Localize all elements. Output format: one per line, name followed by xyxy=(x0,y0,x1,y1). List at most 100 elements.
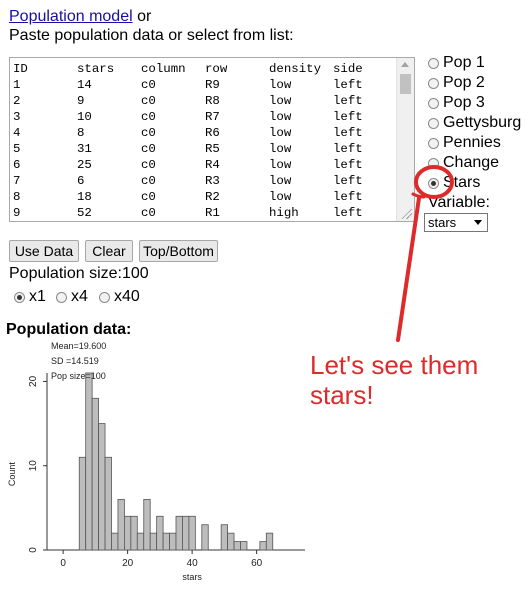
top-bottom-button[interactable]: Top/Bottom xyxy=(139,240,218,262)
table-cell: low xyxy=(269,110,292,124)
multiplier-x4[interactable]: x4 xyxy=(56,288,88,306)
radio-button[interactable] xyxy=(428,97,439,109)
population-option-pop-1[interactable]: Pop 1 xyxy=(428,53,521,73)
table-cell: R2 xyxy=(205,190,220,204)
radio-button[interactable] xyxy=(428,177,439,189)
radio-button[interactable] xyxy=(428,157,439,169)
population-option-change[interactable]: Change xyxy=(428,153,521,173)
table-cell: c0 xyxy=(141,206,156,220)
table-cell: c0 xyxy=(141,78,156,92)
histogram-bar xyxy=(149,532,158,551)
histogram-bar xyxy=(136,532,145,551)
table-cell: 14 xyxy=(77,78,92,92)
table-cell: 2 xyxy=(13,94,21,108)
multiplier-x1[interactable]: x1 xyxy=(14,288,46,306)
variable-select[interactable]: stars xyxy=(424,213,488,232)
column-header: column xyxy=(141,62,186,76)
population-option-pop-3[interactable]: Pop 3 xyxy=(428,93,521,113)
histogram-bar xyxy=(175,515,183,551)
table-cell: R7 xyxy=(205,110,220,124)
table-cell: low xyxy=(269,190,292,204)
population-option-label: Pop 2 xyxy=(443,74,485,91)
radio-button[interactable] xyxy=(428,77,439,89)
table-row: 7 6 c0 R3 low left xyxy=(13,173,397,189)
population-data-textarea[interactable]: ID stars column row density side 1 14 c0 R9 low lef… xyxy=(9,57,415,222)
radio-button[interactable] xyxy=(428,117,439,129)
population-option-label: Stars xyxy=(443,174,481,191)
table-row: 6 25 c0 R4 low left xyxy=(13,157,397,173)
x-axis-label: stars xyxy=(182,572,202,582)
table-cell: left xyxy=(333,206,363,220)
column-header: ID xyxy=(13,62,28,76)
population-option-label: Pennies xyxy=(443,134,501,151)
use-data-button[interactable]: Use Data xyxy=(9,240,79,262)
table-cell: low xyxy=(269,158,292,172)
population-size-text: Population size:100 xyxy=(9,265,149,282)
radio-button[interactable] xyxy=(99,291,110,303)
table-cell: R1 xyxy=(205,206,220,220)
scroll-up-icon[interactable] xyxy=(401,62,409,67)
multiplier-x40[interactable]: x40 xyxy=(99,288,140,306)
population-option-pop-2[interactable]: Pop 2 xyxy=(428,73,521,93)
histogram-bar xyxy=(220,524,228,551)
table-cell: 7 xyxy=(13,174,21,188)
histogram-bar xyxy=(182,515,190,551)
table-cell: low xyxy=(269,142,292,156)
population-option-label: Gettysburg xyxy=(443,114,522,131)
y-tick-label: 10 xyxy=(28,460,39,472)
histogram-bar xyxy=(117,499,125,551)
histogram-bar xyxy=(265,532,274,551)
multiplier-label: x40 xyxy=(114,288,140,305)
table-cell: 31 xyxy=(77,142,92,156)
histogram-chart: 0 20 40 60 0 10 20 stars Count Mean=19.600 SD =14.… xyxy=(7,341,305,582)
histogram-bar xyxy=(169,532,177,551)
table-cell: R6 xyxy=(205,126,220,140)
histogram-bar xyxy=(259,541,267,551)
column-header: side xyxy=(333,62,363,76)
table-cell: c0 xyxy=(141,94,156,108)
population-option-gettysburg[interactable]: Gettysburg xyxy=(428,113,521,133)
histogram-bar xyxy=(227,532,235,551)
table-cell: 25 xyxy=(77,158,92,172)
y-axis-label: Count xyxy=(7,462,17,487)
population-model-link[interactable]: Population model xyxy=(9,8,133,25)
table-cell: left xyxy=(333,110,363,124)
scrollbar-thumb[interactable] xyxy=(400,74,411,94)
population-option-label: Change xyxy=(443,154,500,171)
table-cell: c0 xyxy=(141,174,156,188)
radio-button[interactable] xyxy=(14,291,25,303)
table-cell: high xyxy=(269,206,299,220)
table-cell: R3 xyxy=(205,174,220,188)
table-cell: 6 xyxy=(13,158,21,172)
table-cell: 4 xyxy=(13,126,21,140)
table-cell: left xyxy=(333,78,363,92)
column-header: row xyxy=(205,62,228,76)
histogram-bar xyxy=(85,372,93,551)
table-row: 9 52 c0 R1 high left xyxy=(13,205,397,221)
table-cell: R8 xyxy=(205,94,220,108)
histogram-bar xyxy=(78,456,87,551)
table-cell: c0 xyxy=(141,142,156,156)
data-table-header: ID stars column row density side xyxy=(13,61,397,77)
population-option-stars[interactable]: Stars xyxy=(428,173,521,193)
x-tick-label: 60 xyxy=(251,558,263,569)
histogram-bar xyxy=(104,456,112,551)
textarea-scrollbar[interactable] xyxy=(396,58,414,221)
table-row: 2 9 c0 R8 low left xyxy=(13,93,397,109)
resize-grip-icon[interactable] xyxy=(402,209,412,219)
table-row: 4 8 c0 R6 low left xyxy=(13,125,397,141)
radio-button[interactable] xyxy=(428,57,439,69)
table-cell: low xyxy=(269,78,292,92)
histogram-bar xyxy=(233,541,241,551)
table-cell: left xyxy=(333,126,363,140)
stats-text: SD =14.519 xyxy=(51,356,99,366)
clear-button[interactable]: Clear xyxy=(85,240,133,262)
histogram-bar xyxy=(240,541,248,551)
radio-button[interactable] xyxy=(428,137,439,149)
table-row: 1 14 c0 R9 low left xyxy=(13,77,397,93)
histogram-bar xyxy=(124,515,132,551)
population-option-pennies[interactable]: Pennies xyxy=(428,133,521,153)
variable-label: Variable: xyxy=(428,194,490,211)
x-tick-label: 40 xyxy=(187,558,199,569)
radio-button[interactable] xyxy=(56,291,67,303)
